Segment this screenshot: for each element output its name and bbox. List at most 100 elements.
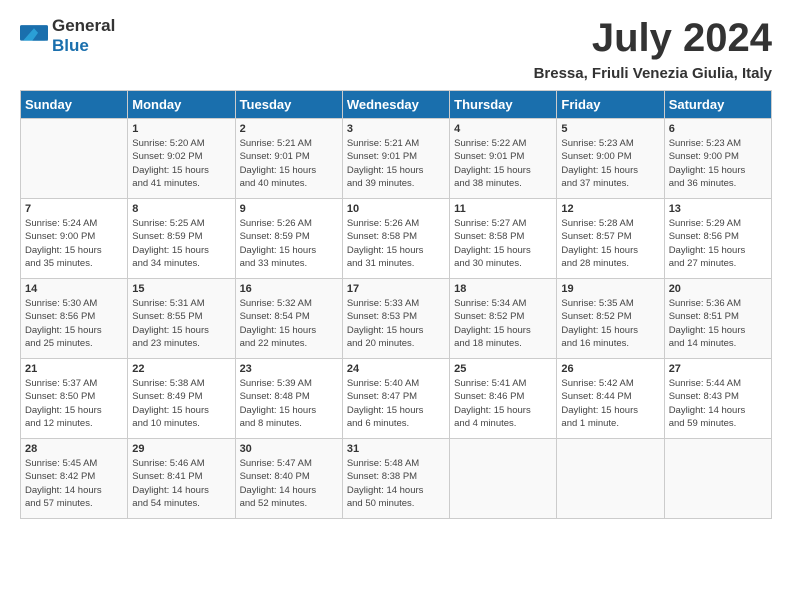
day-info: Sunrise: 5:25 AM Sunset: 8:59 PM Dayligh… (132, 217, 230, 270)
day-info: Sunrise: 5:27 AM Sunset: 8:58 PM Dayligh… (454, 217, 552, 270)
day-number: 26 (561, 363, 659, 375)
day-cell (21, 119, 128, 199)
day-cell: 4 Sunrise: 5:22 AM Sunset: 9:01 PM Daylig… (450, 119, 557, 199)
day-number: 30 (240, 443, 338, 455)
day-info: Sunrise: 5:33 AM Sunset: 8:53 PM Dayligh… (347, 297, 445, 350)
week-row-1: 1 Sunrise: 5:20 AM Sunset: 9:02 PM Daylig… (21, 119, 772, 199)
day-number: 28 (25, 443, 123, 455)
day-cell: 6Sunrise: 5:23 AM Sunset: 9:00 PM Daylig… (664, 119, 771, 199)
day-number: 8 (132, 203, 230, 215)
day-number: 4 (454, 123, 552, 135)
day-info: Sunrise: 5:26 AM Sunset: 8:59 PM Dayligh… (240, 217, 338, 270)
day-number: 10 (347, 203, 445, 215)
day-cell (664, 439, 771, 519)
week-row-4: 21 Sunrise: 5:37 AM Sunset: 8:50 PM Dayli… (21, 359, 772, 439)
header-cell-saturday: Saturday (664, 91, 771, 119)
day-info: Sunrise: 5:39 AM Sunset: 8:48 PM Dayligh… (240, 377, 338, 430)
day-number: 7 (25, 203, 123, 215)
week-row-3: 14 Sunrise: 5:30 AM Sunset: 8:56 PM Dayli… (21, 279, 772, 359)
day-info: Sunrise: 5:30 AM Sunset: 8:56 PM Dayligh… (25, 297, 123, 350)
day-cell: 10 Sunrise: 5:26 AM Sunset: 8:58 PM Dayli… (342, 199, 449, 279)
day-info: Sunrise: 5:21 AM Sunset: 9:01 PM Dayligh… (347, 137, 445, 190)
day-info: Sunrise: 5:23 AM Sunset: 9:00 PM Dayligh… (669, 137, 767, 190)
day-info: Sunrise: 5:28 AM Sunset: 8:57 PM Dayligh… (561, 217, 659, 270)
location: Bressa, Friuli Venezia Giulia, Italy (20, 65, 772, 82)
day-info: Sunrise: 5:35 AM Sunset: 8:52 PM Dayligh… (561, 297, 659, 350)
month-title: July 2024 (592, 16, 772, 61)
week-row-5: 28Sunrise: 5:45 AM Sunset: 8:42 PM Dayli… (21, 439, 772, 519)
day-cell (557, 439, 664, 519)
day-number: 17 (347, 283, 445, 295)
day-number: 22 (132, 363, 230, 375)
day-info: Sunrise: 5:42 AM Sunset: 8:44 PM Dayligh… (561, 377, 659, 430)
day-cell: 5 Sunrise: 5:23 AM Sunset: 9:00 PM Daylig… (557, 119, 664, 199)
day-cell: 9 Sunrise: 5:26 AM Sunset: 8:59 PM Daylig… (235, 199, 342, 279)
day-cell: 7Sunrise: 5:24 AM Sunset: 9:00 PM Daylig… (21, 199, 128, 279)
calendar-table: SundayMondayTuesdayWednesdayThursdayFrid… (20, 90, 772, 519)
day-cell: 14 Sunrise: 5:30 AM Sunset: 8:56 PM Dayli… (21, 279, 128, 359)
header-cell-wednesday: Wednesday (342, 91, 449, 119)
day-number: 14 (25, 283, 123, 295)
day-cell: 11 Sunrise: 5:27 AM Sunset: 8:58 PM Dayli… (450, 199, 557, 279)
day-number: 13 (669, 203, 767, 215)
day-info: Sunrise: 5:46 AM Sunset: 8:41 PM Dayligh… (132, 457, 230, 510)
day-cell: 20Sunrise: 5:36 AM Sunset: 8:51 PM Dayli… (664, 279, 771, 359)
day-cell: 29Sunrise: 5:46 AM Sunset: 8:41 PM Dayli… (128, 439, 235, 519)
logo: General Blue (20, 16, 115, 56)
day-number: 21 (25, 363, 123, 375)
day-number: 27 (669, 363, 767, 375)
day-number: 19 (561, 283, 659, 295)
header-cell-tuesday: Tuesday (235, 91, 342, 119)
title-block: July 2024 (592, 16, 772, 61)
day-cell: 25Sunrise: 5:41 AM Sunset: 8:46 PM Dayli… (450, 359, 557, 439)
day-info: Sunrise: 5:29 AM Sunset: 8:56 PM Dayligh… (669, 217, 767, 270)
day-cell: 26 Sunrise: 5:42 AM Sunset: 8:44 PM Dayli… (557, 359, 664, 439)
day-info: Sunrise: 5:31 AM Sunset: 8:55 PM Dayligh… (132, 297, 230, 350)
day-cell: 28Sunrise: 5:45 AM Sunset: 8:42 PM Dayli… (21, 439, 128, 519)
header-cell-friday: Friday (557, 91, 664, 119)
day-info: Sunrise: 5:40 AM Sunset: 8:47 PM Dayligh… (347, 377, 445, 430)
day-info: Sunrise: 5:36 AM Sunset: 8:51 PM Dayligh… (669, 297, 767, 350)
day-number: 2 (240, 123, 338, 135)
day-number: 5 (561, 123, 659, 135)
day-cell: 22Sunrise: 5:38 AM Sunset: 8:49 PM Dayli… (128, 359, 235, 439)
day-number: 12 (561, 203, 659, 215)
week-row-2: 7Sunrise: 5:24 AM Sunset: 9:00 PM Daylig… (21, 199, 772, 279)
day-cell: 23 Sunrise: 5:39 AM Sunset: 8:48 PM Dayli… (235, 359, 342, 439)
day-number: 18 (454, 283, 552, 295)
day-info: Sunrise: 5:26 AM Sunset: 8:58 PM Dayligh… (347, 217, 445, 270)
day-info: Sunrise: 5:48 AM Sunset: 8:38 PM Dayligh… (347, 457, 445, 510)
day-number: 16 (240, 283, 338, 295)
day-info: Sunrise: 5:34 AM Sunset: 8:52 PM Dayligh… (454, 297, 552, 350)
day-number: 1 (132, 123, 230, 135)
day-cell: 3Sunrise: 5:21 AM Sunset: 9:01 PM Daylig… (342, 119, 449, 199)
day-info: Sunrise: 5:44 AM Sunset: 8:43 PM Dayligh… (669, 377, 767, 430)
day-cell: 18 Sunrise: 5:34 AM Sunset: 8:52 PM Dayli… (450, 279, 557, 359)
day-cell: 27 Sunrise: 5:44 AM Sunset: 8:43 PM Dayli… (664, 359, 771, 439)
day-number: 9 (240, 203, 338, 215)
day-number: 31 (347, 443, 445, 455)
day-info: Sunrise: 5:37 AM Sunset: 8:50 PM Dayligh… (25, 377, 123, 430)
day-info: Sunrise: 5:23 AM Sunset: 9:00 PM Dayligh… (561, 137, 659, 190)
header-row: SundayMondayTuesdayWednesdayThursdayFrid… (21, 91, 772, 119)
day-cell: 30 Sunrise: 5:47 AM Sunset: 8:40 PM Dayli… (235, 439, 342, 519)
day-number: 11 (454, 203, 552, 215)
logo-text: General Blue (52, 16, 115, 56)
header: General Blue July 2024 (20, 16, 772, 61)
header-cell-thursday: Thursday (450, 91, 557, 119)
page: General Blue July 2024 Bressa, Friuli Ve… (0, 0, 792, 535)
logo-blue: Blue (52, 36, 89, 55)
day-info: Sunrise: 5:20 AM Sunset: 9:02 PM Dayligh… (132, 137, 230, 190)
header-cell-monday: Monday (128, 91, 235, 119)
day-cell: 31 Sunrise: 5:48 AM Sunset: 8:38 PM Dayli… (342, 439, 449, 519)
day-info: Sunrise: 5:22 AM Sunset: 9:01 PM Dayligh… (454, 137, 552, 190)
day-info: Sunrise: 5:32 AM Sunset: 8:54 PM Dayligh… (240, 297, 338, 350)
day-cell: 21 Sunrise: 5:37 AM Sunset: 8:50 PM Dayli… (21, 359, 128, 439)
day-info: Sunrise: 5:47 AM Sunset: 8:40 PM Dayligh… (240, 457, 338, 510)
day-cell: 8 Sunrise: 5:25 AM Sunset: 8:59 PM Daylig… (128, 199, 235, 279)
day-number: 23 (240, 363, 338, 375)
day-cell: 17 Sunrise: 5:33 AM Sunset: 8:53 PM Dayli… (342, 279, 449, 359)
day-info: Sunrise: 5:21 AM Sunset: 9:01 PM Dayligh… (240, 137, 338, 190)
day-cell: 15Sunrise: 5:31 AM Sunset: 8:55 PM Dayli… (128, 279, 235, 359)
logo-general: General (52, 16, 115, 35)
